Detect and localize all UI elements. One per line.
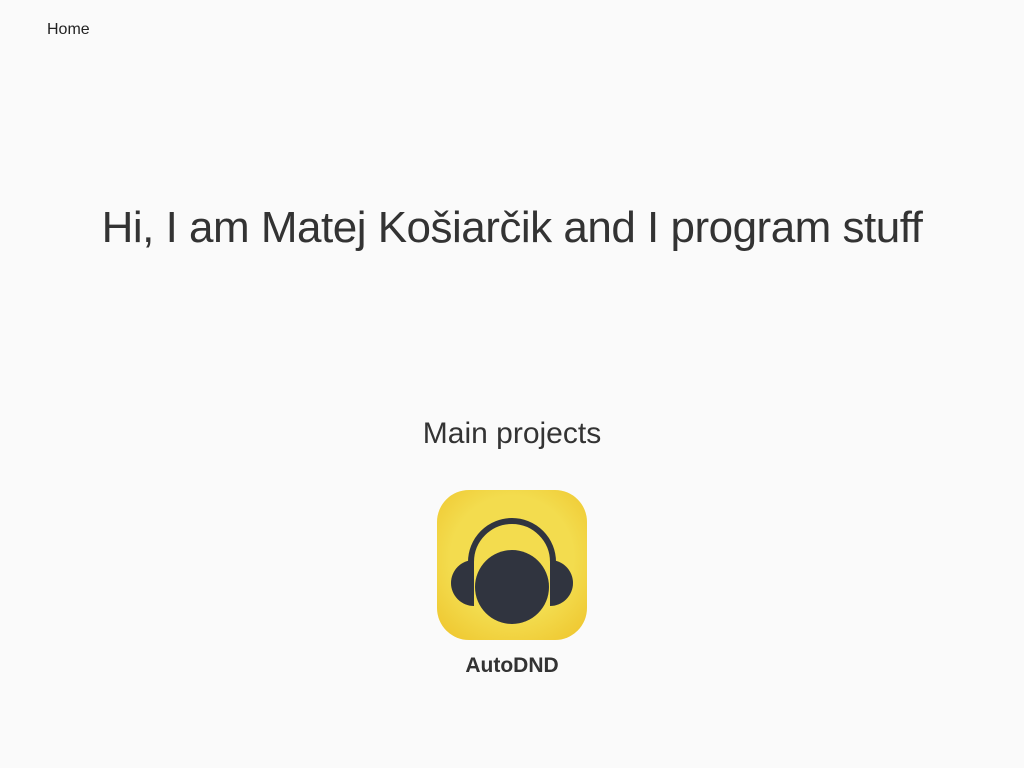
- headphones-icon: [437, 490, 587, 640]
- project-autodnd[interactable]: AutoDND: [437, 490, 587, 678]
- page-title: Hi, I am Matej Košiarčik and I program s…: [101, 203, 923, 252]
- nav-home-link[interactable]: Home: [47, 21, 90, 39]
- projects-heading: Main projects: [422, 417, 602, 450]
- project-name: AutoDND: [465, 654, 559, 677]
